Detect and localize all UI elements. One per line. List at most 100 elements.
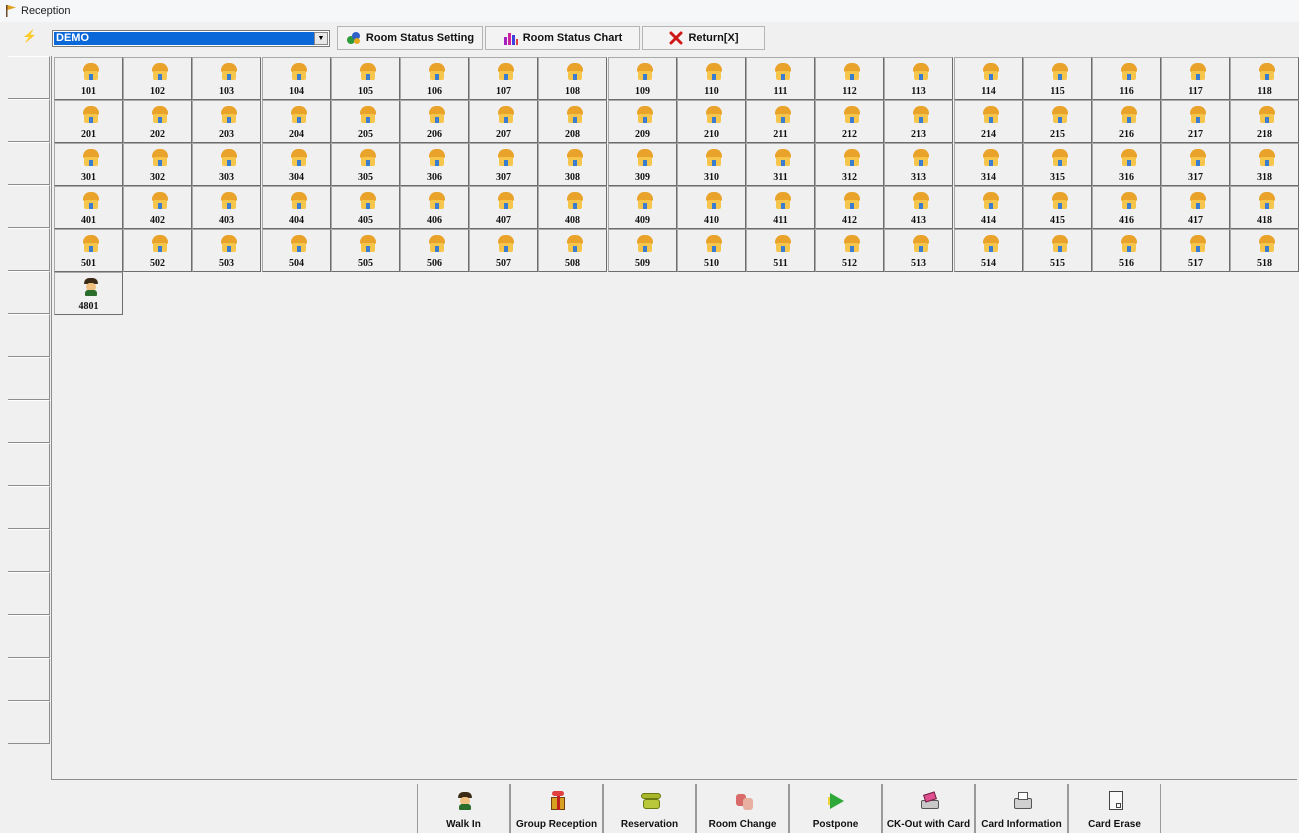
- room-109[interactable]: 109: [608, 57, 677, 100]
- room-510[interactable]: 510: [677, 229, 746, 272]
- room-514[interactable]: 514: [954, 229, 1023, 272]
- room-116[interactable]: 116: [1092, 57, 1161, 100]
- room-518[interactable]: 518: [1230, 229, 1299, 272]
- room-207[interactable]: 207: [469, 100, 538, 143]
- room-204[interactable]: 204: [262, 100, 331, 143]
- room-318[interactable]: 318: [1230, 143, 1299, 186]
- room-505[interactable]: 505: [331, 229, 400, 272]
- room-113[interactable]: 113: [884, 57, 953, 100]
- room-308[interactable]: 308: [538, 143, 607, 186]
- room-status-chart-button[interactable]: Room Status Chart: [485, 26, 640, 50]
- room-401[interactable]: 401: [54, 186, 123, 229]
- room-104[interactable]: 104: [262, 57, 331, 100]
- card-information-button[interactable]: Card Information: [975, 784, 1068, 833]
- ck-out-with-card-button[interactable]: CK-Out with Card: [882, 784, 975, 833]
- card-erase-button[interactable]: Card Erase: [1068, 784, 1161, 833]
- room-212[interactable]: 212: [815, 100, 884, 143]
- room-202[interactable]: 202: [123, 100, 192, 143]
- floor-list-item[interactable]: [8, 228, 50, 271]
- postpone-button[interactable]: Postpone: [789, 784, 882, 833]
- room-306[interactable]: 306: [400, 143, 469, 186]
- room-402[interactable]: 402: [123, 186, 192, 229]
- return-button[interactable]: Return[X]: [642, 26, 765, 50]
- room-206[interactable]: 206: [400, 100, 469, 143]
- walk-in-button[interactable]: Walk In: [417, 784, 510, 833]
- room-409[interactable]: 409: [608, 186, 677, 229]
- room-511[interactable]: 511: [746, 229, 815, 272]
- room-101[interactable]: 101: [54, 57, 123, 100]
- floor-list-item[interactable]: [8, 529, 50, 572]
- room-410[interactable]: 410: [677, 186, 746, 229]
- room-516[interactable]: 516: [1092, 229, 1161, 272]
- room-105[interactable]: 105: [331, 57, 400, 100]
- room-406[interactable]: 406: [400, 186, 469, 229]
- room-415[interactable]: 415: [1023, 186, 1092, 229]
- chevron-down-icon[interactable]: ▼: [314, 32, 328, 45]
- floor-list-item[interactable]: [8, 56, 50, 99]
- room-201[interactable]: 201: [54, 100, 123, 143]
- floor-list-item[interactable]: [8, 185, 50, 228]
- floor-list-item[interactable]: [8, 486, 50, 529]
- room-215[interactable]: 215: [1023, 100, 1092, 143]
- room-411[interactable]: 411: [746, 186, 815, 229]
- room-205[interactable]: 205: [331, 100, 400, 143]
- floor-list-item[interactable]: [8, 314, 50, 357]
- floor-list-item[interactable]: [8, 572, 50, 615]
- room-213[interactable]: 213: [884, 100, 953, 143]
- room-504[interactable]: 504: [262, 229, 331, 272]
- room-507[interactable]: 507: [469, 229, 538, 272]
- room-309[interactable]: 309: [608, 143, 677, 186]
- room-208[interactable]: 208: [538, 100, 607, 143]
- room-106[interactable]: 106: [400, 57, 469, 100]
- room-313[interactable]: 313: [884, 143, 953, 186]
- room-114[interactable]: 114: [954, 57, 1023, 100]
- room-110[interactable]: 110: [677, 57, 746, 100]
- room-112[interactable]: 112: [815, 57, 884, 100]
- room-302[interactable]: 302: [123, 143, 192, 186]
- room-115[interactable]: 115: [1023, 57, 1092, 100]
- building-select[interactable]: DEMO ▼: [52, 30, 330, 47]
- room-501[interactable]: 501: [54, 229, 123, 272]
- room-314[interactable]: 314: [954, 143, 1023, 186]
- room-513[interactable]: 513: [884, 229, 953, 272]
- room-214[interactable]: 214: [954, 100, 1023, 143]
- floor-list-item[interactable]: [8, 357, 50, 400]
- room-317[interactable]: 317: [1161, 143, 1230, 186]
- room-418[interactable]: 418: [1230, 186, 1299, 229]
- room-210[interactable]: 210: [677, 100, 746, 143]
- room-512[interactable]: 512: [815, 229, 884, 272]
- room-408[interactable]: 408: [538, 186, 607, 229]
- room-517[interactable]: 517: [1161, 229, 1230, 272]
- group-reception-button[interactable]: Group Reception: [510, 784, 603, 833]
- floor-list-item[interactable]: [8, 701, 50, 744]
- room-311[interactable]: 311: [746, 143, 815, 186]
- floor-list-item[interactable]: [8, 443, 50, 486]
- room-209[interactable]: 209: [608, 100, 677, 143]
- room-change-button[interactable]: Room Change: [696, 784, 789, 833]
- room-4801[interactable]: 4801: [54, 272, 123, 315]
- room-307[interactable]: 307: [469, 143, 538, 186]
- reservation-button[interactable]: Reservation: [603, 784, 696, 833]
- room-301[interactable]: 301: [54, 143, 123, 186]
- floor-list-item[interactable]: [8, 99, 50, 142]
- room-417[interactable]: 417: [1161, 186, 1230, 229]
- room-303[interactable]: 303: [192, 143, 261, 186]
- room-315[interactable]: 315: [1023, 143, 1092, 186]
- room-316[interactable]: 316: [1092, 143, 1161, 186]
- room-404[interactable]: 404: [262, 186, 331, 229]
- room-416[interactable]: 416: [1092, 186, 1161, 229]
- room-118[interactable]: 118: [1230, 57, 1299, 100]
- room-203[interactable]: 203: [192, 100, 261, 143]
- room-503[interactable]: 503: [192, 229, 261, 272]
- room-312[interactable]: 312: [815, 143, 884, 186]
- room-414[interactable]: 414: [954, 186, 1023, 229]
- room-304[interactable]: 304: [262, 143, 331, 186]
- room-413[interactable]: 413: [884, 186, 953, 229]
- room-310[interactable]: 310: [677, 143, 746, 186]
- room-status-setting-button[interactable]: Room Status Setting: [337, 26, 483, 50]
- room-218[interactable]: 218: [1230, 100, 1299, 143]
- room-217[interactable]: 217: [1161, 100, 1230, 143]
- room-117[interactable]: 117: [1161, 57, 1230, 100]
- room-108[interactable]: 108: [538, 57, 607, 100]
- room-515[interactable]: 515: [1023, 229, 1092, 272]
